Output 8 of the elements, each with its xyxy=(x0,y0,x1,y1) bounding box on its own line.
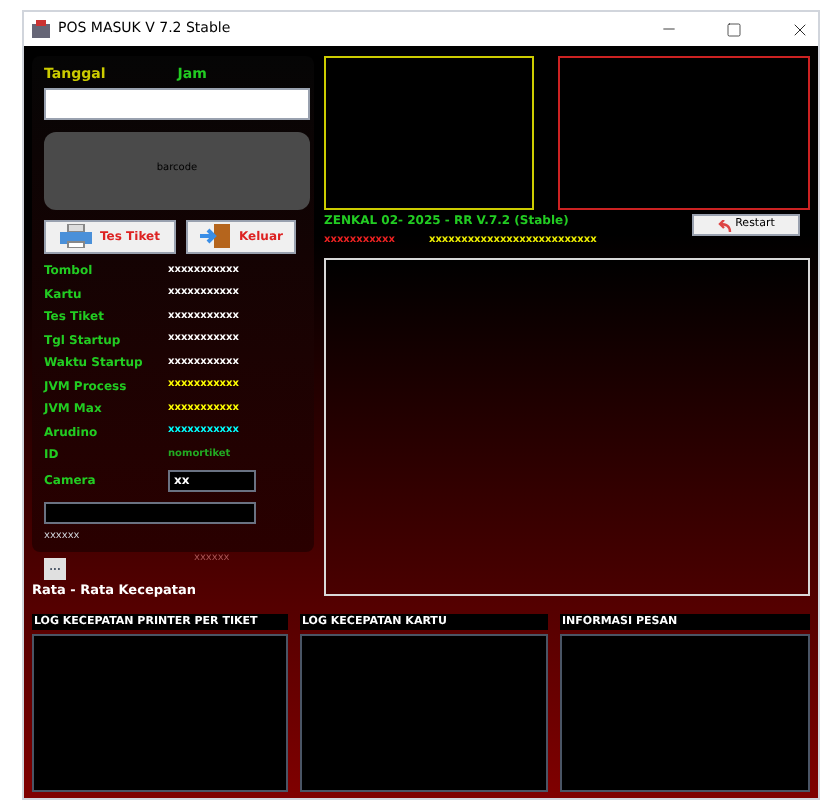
input-field[interactable] xyxy=(44,502,256,524)
maximize-icon[interactable] xyxy=(726,21,742,37)
app-icon xyxy=(32,20,50,38)
printer-icon xyxy=(60,224,93,248)
door-icon xyxy=(199,224,232,248)
undo-arrow-icon xyxy=(717,219,732,231)
close-icon[interactable] xyxy=(790,19,810,39)
input-field[interactable] xyxy=(44,87,310,119)
